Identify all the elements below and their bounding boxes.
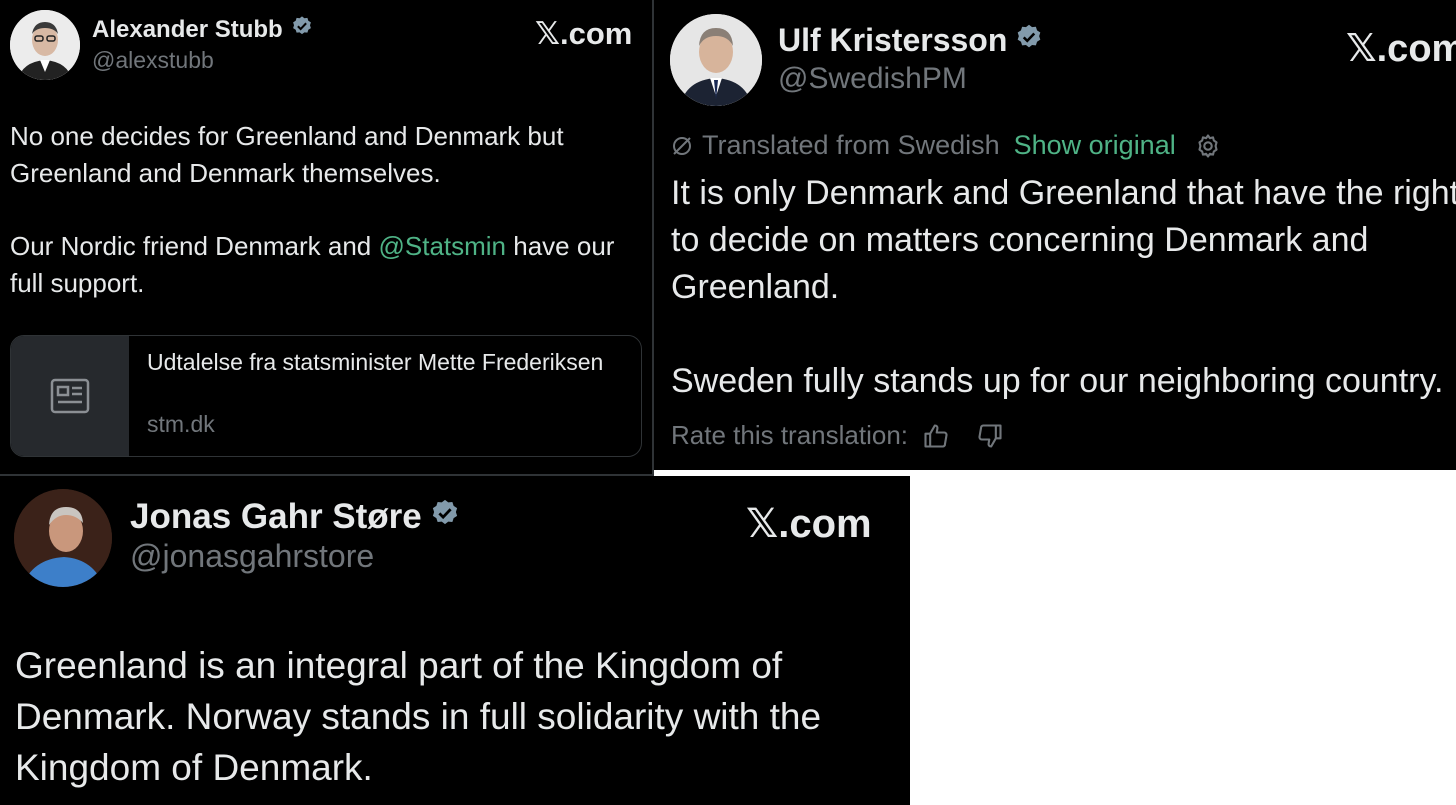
x-logo: 𝕏 .com: [746, 501, 872, 547]
translated-label: Translated from Swedish: [702, 130, 1000, 160]
post-stubb: Alexander Stubb @alexstubb 𝕏 .com No one …: [0, 0, 652, 474]
handle[interactable]: @jonasgahrstore: [130, 538, 374, 575]
link-card-title: Udtalelse fra statsminister Mette Freder…: [147, 349, 604, 375]
mention-link[interactable]: @Statsmin: [378, 231, 506, 261]
show-original-link[interactable]: Show original: [1014, 130, 1176, 161]
thumbs-up-icon[interactable]: [922, 422, 950, 450]
x-logo: 𝕏 .com: [535, 16, 633, 52]
rate-translation: Rate this translation:: [671, 420, 1004, 451]
thumbs-down-icon[interactable]: [976, 422, 1004, 450]
link-card-domain: stm.dk: [147, 411, 215, 437]
avatar[interactable]: [670, 14, 762, 106]
post-text: No one decides for Greenland and Denmark…: [10, 118, 645, 302]
handle[interactable]: @SwedishPM: [778, 62, 967, 96]
post-kristersson: Ulf Kristersson @SwedishPM 𝕏 .com Transla…: [654, 0, 1456, 470]
gear-icon[interactable]: [1194, 132, 1222, 160]
handle[interactable]: @alexstubb: [92, 47, 214, 74]
article-icon: [11, 336, 129, 456]
display-name[interactable]: Alexander Stubb: [92, 15, 313, 44]
post-store: Jonas Gahr Støre @jonasgahrstore 𝕏 .com G…: [0, 476, 910, 805]
post-paragraph: It is only Denmark and Greenland that ha…: [671, 174, 1456, 306]
verified-badge-icon: [1015, 22, 1043, 59]
post-paragraph: Our Nordic friend Denmark and @Statsmin …: [10, 231, 615, 298]
x-logo: 𝕏 .com: [1346, 26, 1456, 70]
translation-bar: Translated from Swedish Show original: [670, 130, 1222, 161]
avatar[interactable]: [10, 10, 80, 80]
avatar[interactable]: [14, 489, 112, 587]
post-paragraph: Sweden fully stands up for our neighbori…: [671, 362, 1444, 400]
translate-icon: [670, 134, 694, 158]
post-text: Greenland is an integral part of the Kin…: [15, 645, 822, 788]
display-name[interactable]: Jonas Gahr Støre: [130, 497, 460, 537]
post-text: It is only Denmark and Greenland that ha…: [671, 170, 1456, 405]
display-name[interactable]: Ulf Kristersson: [778, 22, 1043, 59]
verified-badge-icon: [291, 15, 313, 44]
link-card[interactable]: Udtalelse fra statsminister Mette Freder…: [10, 335, 642, 457]
post-paragraph: No one decides for Greenland and Denmark…: [10, 121, 564, 188]
rate-label: Rate this translation:: [671, 420, 909, 450]
verified-badge-icon: [430, 497, 460, 537]
